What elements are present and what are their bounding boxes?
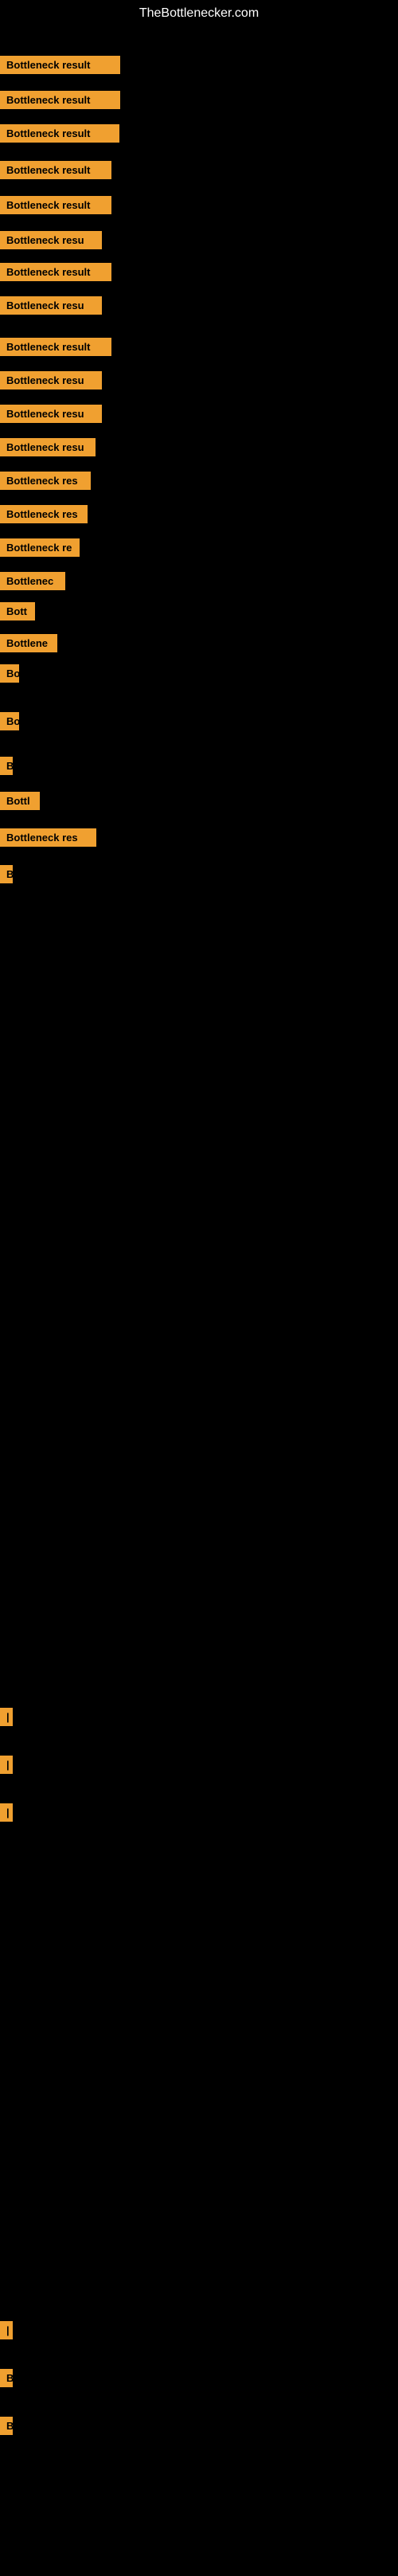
bottleneck-badge-4: Bottleneck result (0, 161, 111, 179)
bottleneck-badge-16: Bottlenec (0, 572, 65, 590)
bottleneck-badge-10: Bottleneck resu (0, 371, 102, 390)
bottleneck-badge-13: Bottleneck res (0, 472, 91, 490)
bottleneck-badge-28: | (0, 2321, 13, 2339)
bottleneck-badge-22: Bottl (0, 792, 40, 810)
bottleneck-badge-30: B (0, 2417, 13, 2435)
bottleneck-badge-11: Bottleneck resu (0, 405, 102, 423)
bottleneck-badge-1: Bottleneck result (0, 56, 120, 74)
bottleneck-badge-2: Bottleneck result (0, 91, 120, 109)
bottleneck-badge-18: Bottlene (0, 634, 57, 652)
bottleneck-badge-3: Bottleneck result (0, 124, 119, 143)
bottleneck-badge-17: Bott (0, 602, 35, 621)
bottleneck-badge-27: | (0, 1803, 13, 1822)
bottleneck-badge-8: Bottleneck resu (0, 296, 102, 315)
bottleneck-badge-23: Bottleneck res (0, 828, 96, 847)
bottleneck-badge-20: Bo (0, 712, 19, 730)
bottleneck-badge-14: Bottleneck res (0, 505, 88, 523)
bottleneck-badge-7: Bottleneck result (0, 263, 111, 281)
site-title: TheBottlenecker.com (0, 0, 398, 27)
bottleneck-badge-24: B (0, 865, 13, 883)
bottleneck-badge-26: | (0, 1756, 13, 1774)
bottleneck-badge-6: Bottleneck resu (0, 231, 102, 249)
bottleneck-badge-15: Bottleneck re (0, 538, 80, 557)
bottleneck-badge-25: | (0, 1708, 13, 1726)
bottleneck-badge-12: Bottleneck resu (0, 438, 96, 456)
bottleneck-badge-29: B (0, 2369, 13, 2387)
bottleneck-badge-21: B (0, 757, 13, 775)
bottleneck-badge-9: Bottleneck result (0, 338, 111, 356)
bottleneck-badge-19: Bo (0, 664, 19, 683)
bottleneck-badge-5: Bottleneck result (0, 196, 111, 214)
